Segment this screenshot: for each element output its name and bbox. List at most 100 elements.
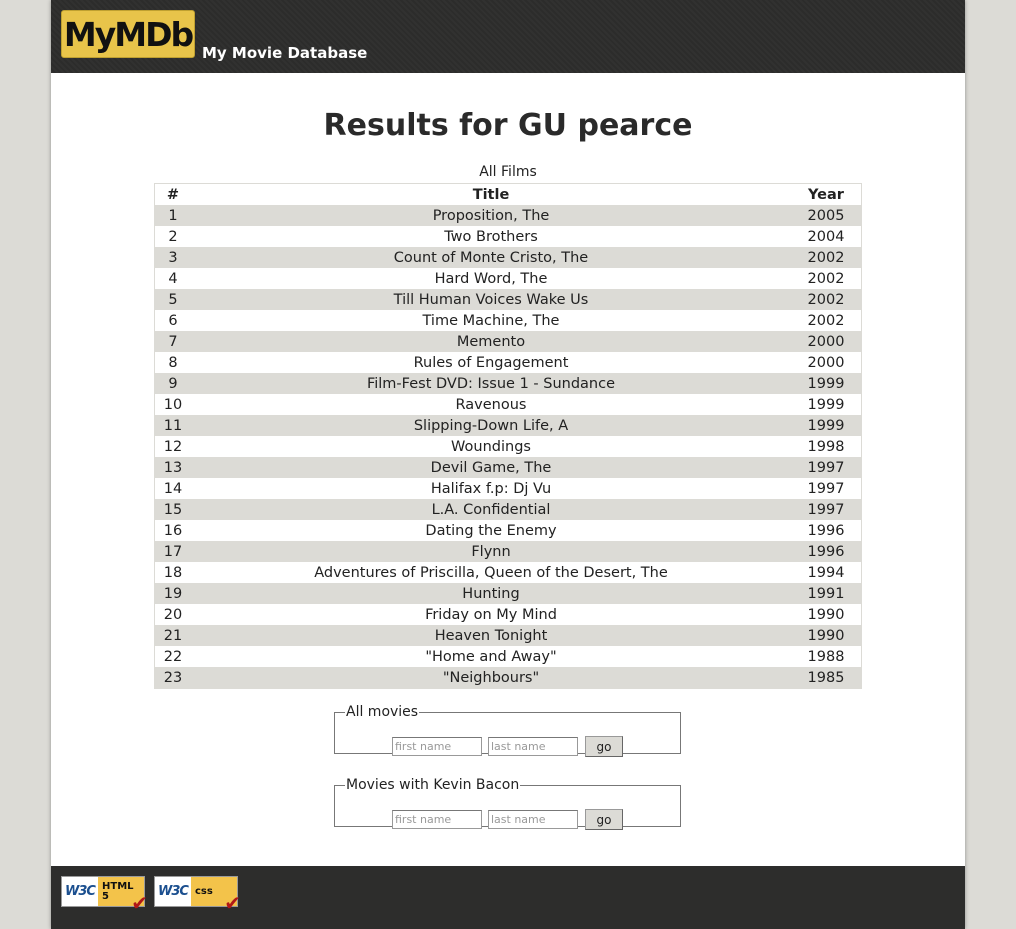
film-title: Count of Monte Cristo, The (393, 249, 589, 266)
form-legend: Movies with Kevin Bacon (346, 777, 520, 793)
badge-text: HTML (102, 880, 134, 892)
row-number: 13 (163, 459, 183, 476)
row-number: 6 (168, 312, 178, 329)
table-row: 3 Count of Monte Cristo, The 2002 (154, 247, 862, 268)
last-name-input[interactable] (488, 737, 578, 756)
film-year: 1994 (807, 564, 845, 581)
row-number: 3 (168, 249, 178, 266)
table-row: 1 Proposition, The 2005 (154, 205, 862, 226)
go-button[interactable]: go (585, 736, 623, 757)
film-title: Till Human Voices Wake Us (393, 291, 589, 308)
row-number: 9 (168, 375, 178, 392)
row-number: 18 (163, 564, 183, 581)
row-number: 20 (163, 606, 183, 623)
row-number: 15 (163, 501, 183, 518)
film-year: 2004 (807, 228, 845, 245)
film-title: Halifax f.p: Dj Vu (430, 480, 552, 497)
film-title: Flynn (471, 543, 511, 560)
film-title: L.A. Confidential (431, 501, 551, 518)
film-year: 1996 (807, 522, 845, 539)
w3c-logo: W3C (65, 884, 96, 899)
table-caption: All Films (479, 164, 537, 180)
table-row: 2 Two Brothers 2004 (154, 226, 862, 247)
table-header-row: # Title Year (155, 184, 862, 206)
table-row: 9 Film-Fest DVD: Issue 1 - Sundance 1999 (154, 373, 862, 394)
film-year: 1999 (807, 375, 845, 392)
film-year: 1998 (807, 438, 845, 455)
film-title: Time Machine, The (422, 312, 560, 329)
table-row: 5 Till Human Voices Wake Us 2002 (154, 289, 862, 310)
table-row: 8 Rules of Engagement 2000 (154, 352, 862, 373)
row-number: 2 (168, 228, 178, 245)
film-title: Adventures of Priscilla, Queen of the De… (314, 564, 668, 581)
table-row: 13 Devil Game, The 1997 (154, 457, 862, 478)
table-row: 6 Time Machine, The 2002 (154, 310, 862, 331)
row-number: 12 (163, 438, 183, 455)
film-year: 1997 (807, 501, 845, 518)
table-row: 23 "Neighbours" 1985 (154, 667, 862, 689)
css-label: css ✔ (191, 877, 241, 913)
film-title: Two Brothers (444, 228, 538, 245)
table-row: 11 Slipping-Down Life, A 1999 (154, 415, 862, 436)
film-title: Ravenous (455, 396, 527, 413)
checkmark-icon: ✔ (224, 891, 241, 915)
column-header-title: Title (472, 186, 510, 203)
first-name-input[interactable] (392, 810, 482, 829)
film-year: 1997 (807, 459, 845, 476)
row-number: 10 (163, 396, 183, 413)
w3c-css-badge[interactable]: W3C css ✔ (154, 876, 241, 913)
row-number: 4 (168, 270, 178, 287)
film-year: 2000 (807, 333, 845, 350)
film-year: 2002 (807, 249, 845, 266)
film-year: 1990 (807, 606, 845, 623)
row-number: 19 (163, 585, 183, 602)
first-name-input[interactable] (392, 737, 482, 756)
film-title: Heaven Tonight (434, 627, 548, 644)
film-year: 1990 (807, 627, 845, 644)
film-year: 2005 (807, 207, 845, 224)
row-number: 5 (168, 291, 178, 308)
table-row: 18 Adventures of Priscilla, Queen of the … (154, 562, 862, 583)
row-number: 7 (168, 333, 178, 350)
table-row: 14 Halifax f.p: Dj Vu 1997 (154, 478, 862, 499)
row-number: 1 (168, 207, 178, 224)
film-year: 1991 (807, 585, 845, 602)
w3c-html5-badge[interactable]: W3C HTML 5 ✔ (61, 876, 148, 913)
film-title: Devil Game, The (430, 459, 552, 476)
form-legend: All movies (346, 704, 419, 720)
film-title: Friday on My Mind (425, 606, 557, 623)
film-year: 1997 (807, 480, 845, 497)
site-footer: W3C HTML 5 ✔ W3C css ✔ (51, 866, 965, 929)
film-title: Woundings (451, 438, 531, 455)
all-movies-form: All movies go (334, 704, 681, 757)
film-year: 2002 (807, 291, 845, 308)
film-title: Proposition, The (432, 207, 550, 224)
row-number: 17 (163, 543, 183, 560)
row-number: 22 (163, 648, 183, 665)
film-title: Hard Word, The (434, 270, 548, 287)
row-number: 23 (163, 669, 183, 686)
last-name-input[interactable] (488, 810, 578, 829)
table-row: 22 "Home and Away" 1988 (154, 646, 862, 667)
table-row: 12 Woundings 1998 (154, 436, 862, 457)
film-title: "Home and Away" (425, 648, 557, 665)
film-title: Dating the Enemy (425, 522, 557, 539)
film-year: 1999 (807, 396, 845, 413)
table-row: 19 Hunting 1991 (154, 583, 862, 604)
films-table: # Title Year 1 Proposition, The 2005 2 Two B… (154, 183, 862, 689)
column-header-year: Year (808, 186, 844, 203)
table-row: 15 L.A. Confidential 1997 (154, 499, 862, 520)
film-title: Memento (456, 333, 526, 350)
go-button[interactable]: go (585, 809, 623, 830)
kevin-bacon-form: Movies with Kevin Bacon go (334, 777, 681, 830)
row-number: 21 (163, 627, 183, 644)
film-year: 2002 (807, 312, 845, 329)
table-body: 1 Proposition, The 2005 2 Two Brothers 2004 3 C… (154, 205, 862, 689)
film-title: Film-Fest DVD: Issue 1 - Sundance (366, 375, 616, 392)
film-year: 1988 (807, 648, 845, 665)
film-year: 2002 (807, 270, 845, 287)
film-year: 2000 (807, 354, 845, 371)
site-logo[interactable]: MyMDb (61, 10, 195, 58)
table-row: 20 Friday on My Mind 1990 (154, 604, 862, 625)
row-number: 11 (163, 417, 183, 434)
